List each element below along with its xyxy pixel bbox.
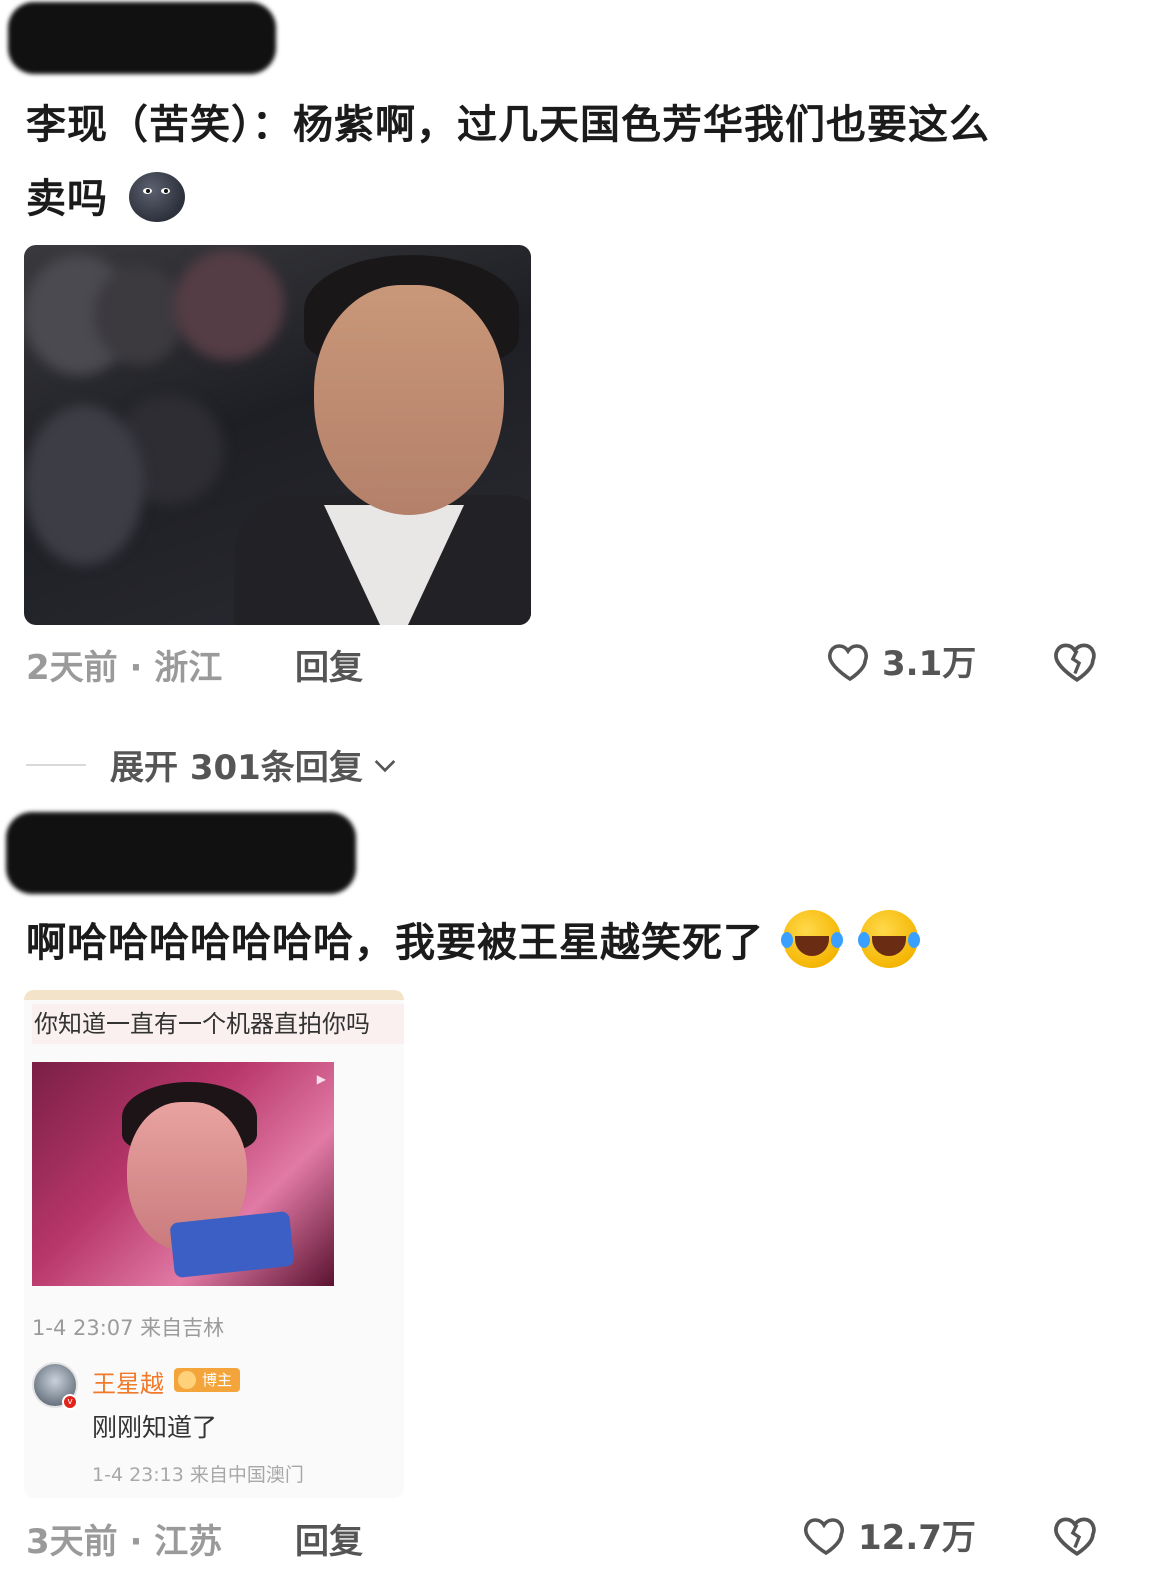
like-count: 3.1万 xyxy=(882,644,977,684)
comment-line1: 啊哈哈哈哈哈哈哈，我要被王星越笑死了 xyxy=(26,920,764,966)
divider xyxy=(26,763,86,766)
card-reply-timestamp: 1-4 23:13 来自中国澳门 xyxy=(92,1464,304,1486)
embedded-screenshot[interactable]: 你知道一直有一个机器直拍你吗 ▶ 1-4 23:07 来自吉林 v 王星越 博主… xyxy=(24,990,404,1498)
heart-icon xyxy=(804,1517,844,1555)
like-button[interactable]: 3.1万 xyxy=(826,636,976,685)
expand-replies-label: 展开 301条回复 xyxy=(110,748,363,788)
rolling-laughing-face-emoji-icon xyxy=(857,910,920,968)
comment-line2: 卖吗 xyxy=(26,176,108,222)
redacted-username xyxy=(8,2,276,74)
quoted-comment: 你知道一直有一个机器直拍你吗 xyxy=(32,1004,404,1044)
rolling-laughing-face-emoji-icon xyxy=(780,910,843,968)
reply-button[interactable]: 回复 xyxy=(295,640,363,689)
like-count: 12.7万 xyxy=(858,1518,976,1558)
chevron-down-icon xyxy=(374,759,396,772)
heart-icon xyxy=(828,643,868,681)
comment-feed: 李现（苦笑）：杨紫啊，过几天国色芳华我们也要这么 卖吗 2天前 · 浙江 回复 … xyxy=(0,0,1159,1576)
broken-heart-icon[interactable] xyxy=(1052,1510,1102,1560)
verified-badge-icon: v xyxy=(62,1394,78,1410)
expand-replies[interactable]: 展开 301条回复 xyxy=(26,740,401,789)
comment-meta: 3天前 · 江苏 xyxy=(26,1522,223,1562)
blogger-badge: 博主 xyxy=(174,1368,241,1392)
comment-meta: 2天前 · 浙江 xyxy=(26,648,223,688)
comment-image[interactable] xyxy=(24,245,531,625)
reply-button[interactable]: 回复 xyxy=(295,1514,363,1563)
comment-text: 啊哈哈哈哈哈哈哈，我要被王星越笑死了 xyxy=(26,906,1136,980)
embedded-photo: ▶ xyxy=(32,1062,334,1286)
comment-line1: 李现（苦笑）：杨紫啊，过几天国色芳华我们也要这么 xyxy=(26,102,990,148)
redacted-username xyxy=(6,812,356,894)
like-button[interactable]: 12.7万 xyxy=(802,1510,976,1559)
card-timestamp: 1-4 23:07 来自吉林 xyxy=(32,1316,225,1340)
card-reply-text: 刚刚知道了 xyxy=(92,1413,218,1442)
card-author-name: 王星越 xyxy=(92,1370,164,1398)
new-moon-face-emoji-icon xyxy=(128,172,185,222)
comment-text: 李现（苦笑）：杨紫啊，过几天国色芳华我们也要这么 卖吗 xyxy=(26,88,1136,236)
video-watermark-icon: ▶ xyxy=(316,1072,326,1086)
broken-heart-icon[interactable] xyxy=(1052,636,1102,686)
cropped-header xyxy=(24,990,404,1000)
